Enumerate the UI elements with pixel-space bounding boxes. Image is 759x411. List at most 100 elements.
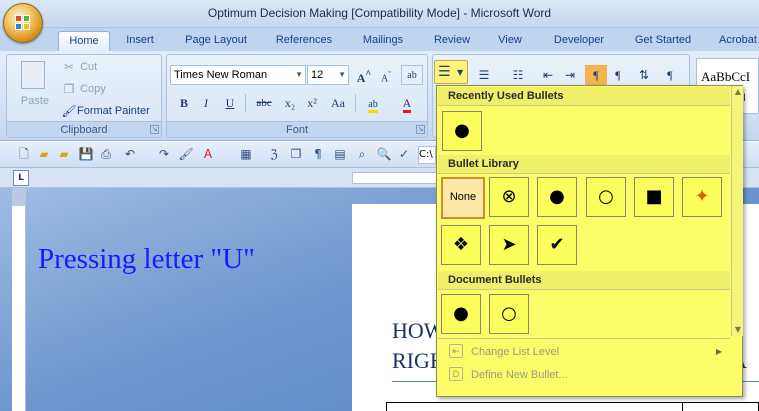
superscript-button[interactable]: x² — [301, 93, 323, 113]
paste-button[interactable]: Paste — [15, 59, 55, 119]
tab-get-started[interactable]: Get Started — [626, 31, 700, 51]
bullet-none[interactable]: None — [441, 177, 485, 219]
increase-indent-button[interactable]: ⇥ — [559, 65, 581, 85]
save-icon[interactable]: 💾 — [78, 146, 94, 162]
bullet-square[interactable]: ■ — [634, 177, 674, 217]
recent-bullets-header: Recently Used Bullets — [438, 87, 730, 106]
copy-icon[interactable]: ❐ — [288, 146, 304, 162]
scroll-down-icon[interactable]: ▼ — [732, 324, 744, 336]
font-group-label: Font — [167, 121, 427, 137]
tab-view[interactable]: View — [490, 31, 530, 51]
table-icon[interactable]: ▤ — [332, 146, 348, 162]
open-folder-icon[interactable]: ▰ — [36, 146, 52, 162]
search-icon[interactable]: 🔍 — [376, 146, 392, 162]
copy-icon: ❐ — [63, 82, 75, 97]
separator — [355, 94, 356, 112]
change-list-level-label: Change List Level — [471, 346, 560, 358]
ruler-margin — [12, 188, 26, 206]
tab-home[interactable]: Home — [58, 31, 110, 51]
preview-icon[interactable]: ⌕ — [354, 146, 370, 162]
underline-button[interactable]: U — [219, 93, 241, 113]
spellcheck-icon[interactable]: ✓ — [396, 146, 412, 162]
left-to-right-icon: ¶ — [593, 68, 599, 82]
define-new-bullet-label: Define New Bullet... — [471, 369, 568, 381]
bullet-arrow[interactable]: ➤ — [489, 225, 529, 265]
change-case-button[interactable]: Aa — [325, 93, 351, 113]
font-size-combo[interactable]: 12 ▼ — [307, 65, 349, 85]
cut-button[interactable]: ✂ Cut — [61, 57, 97, 77]
scroll-up-icon[interactable]: ▲ — [732, 86, 744, 98]
tab-developer[interactable]: Developer — [546, 31, 612, 51]
print-icon[interactable]: ⎙ — [98, 146, 114, 162]
bullet-hollow-circle[interactable]: ○ — [586, 177, 626, 217]
clipboard-group-label: Clipboard — [7, 121, 161, 137]
list-level-icon: ⇤ — [449, 344, 463, 358]
tab-insert[interactable]: Insert — [116, 31, 164, 51]
sort-button[interactable]: ⇅ — [633, 65, 655, 85]
clipboard-launcher[interactable]: ↘ — [150, 125, 159, 134]
path-field[interactable]: C:\ — [418, 146, 436, 164]
decrease-indent-button[interactable]: ⇤ — [537, 65, 559, 85]
grow-font-button[interactable]: A^ — [353, 65, 375, 85]
tab-selector[interactable]: L — [13, 170, 29, 186]
pilcrow-icon[interactable]: ¶ — [310, 146, 326, 162]
clear-formatting-button[interactable]: ab — [401, 65, 423, 85]
ltr-button[interactable]: ¶ — [585, 65, 607, 85]
styles-icon[interactable]: ℨ — [266, 146, 282, 162]
window-title: Optimum Decision Making [Compatibility M… — [207, 6, 552, 20]
bullet-list-icon: ☰ — [438, 64, 451, 80]
document-table[interactable] — [386, 402, 759, 411]
define-new-bullet-item[interactable]: D Define New Bullet... — [447, 364, 732, 386]
font-launcher[interactable]: ↘ — [416, 125, 425, 134]
rtl-button[interactable]: ¶ — [607, 65, 629, 85]
show-marks-button[interactable]: ¶ — [659, 65, 681, 85]
tab-review[interactable]: Review — [426, 31, 478, 51]
highlight-color-button[interactable]: ab — [359, 93, 387, 113]
font-group: Times New Roman ▼ 12 ▼ A^ Aˇ ab B I U ab… — [166, 54, 428, 138]
bullet-star[interactable]: ✦ — [682, 177, 722, 217]
subscript-button[interactable]: x₂ — [279, 93, 301, 113]
document-bullet-hollow-circle[interactable]: ○ — [489, 294, 529, 334]
style-preview: AaBbCcI — [701, 69, 751, 84]
copy-button[interactable]: ❐ Copy — [61, 79, 106, 99]
undo-icon[interactable]: ↶ — [122, 146, 138, 162]
paste-label: Paste — [20, 95, 50, 107]
strikethrough-button[interactable]: abc — [251, 93, 277, 113]
tab-page-layout[interactable]: Page Layout — [178, 31, 254, 51]
dropdown-scrollbar[interactable]: ▲ ▼ — [731, 86, 743, 336]
bullet-diamonds[interactable]: ❖ — [441, 225, 481, 265]
numbering-button[interactable]: ☰ — [473, 65, 495, 85]
borders-icon[interactable]: ▦ — [238, 146, 254, 162]
bullet-checkmark[interactable]: ✔ — [537, 225, 577, 265]
ruler-scale[interactable] — [352, 172, 440, 184]
format-painter-button[interactable]: 🖌Format Painter — [61, 101, 149, 121]
font-color-button[interactable]: A — [393, 93, 421, 113]
bullets-button[interactable]: ☰ ▼ — [434, 60, 468, 84]
ribbon-tabs: Home Insert Page Layout References Maili… — [0, 28, 759, 51]
numbered-list-icon: ☰ — [478, 68, 490, 82]
document-bullet-filled-circle[interactable]: ● — [441, 294, 481, 334]
font-color-icon[interactable]: A — [200, 146, 216, 162]
multilevel-list-button[interactable]: ☷ — [507, 65, 529, 85]
tab-mailings[interactable]: Mailings — [352, 31, 414, 51]
new-doc-icon[interactable]: 🗋 — [16, 146, 32, 162]
change-list-level-item[interactable]: ⇤ Change List Level ▶ — [447, 341, 732, 363]
font-name-combo[interactable]: Times New Roman ▼ — [170, 65, 306, 85]
recent-bullet-filled-circle[interactable]: ● — [442, 111, 482, 151]
bold-button[interactable]: B — [173, 93, 195, 113]
italic-button[interactable]: I — [195, 93, 217, 113]
folder-icon[interactable]: ▰ — [56, 146, 72, 162]
office-button[interactable] — [3, 3, 43, 43]
bullet-library-header: Bullet Library — [438, 155, 730, 174]
clipboard-icon — [21, 61, 45, 89]
redo-icon[interactable]: ↷ — [156, 146, 172, 162]
tab-references[interactable]: References — [268, 31, 340, 51]
shrink-font-button[interactable]: Aˇ — [375, 65, 397, 85]
decrease-indent-icon: ⇤ — [542, 68, 554, 82]
submenu-arrow-icon: ▶ — [715, 347, 722, 356]
separator — [245, 94, 246, 112]
bullet-filled-circle[interactable]: ● — [537, 177, 577, 217]
brush-icon[interactable]: 🖌 — [178, 146, 194, 162]
tab-acrobat[interactable]: Acrobat — [712, 31, 759, 51]
bullet-circled-x[interactable]: ⊗ — [489, 177, 529, 217]
